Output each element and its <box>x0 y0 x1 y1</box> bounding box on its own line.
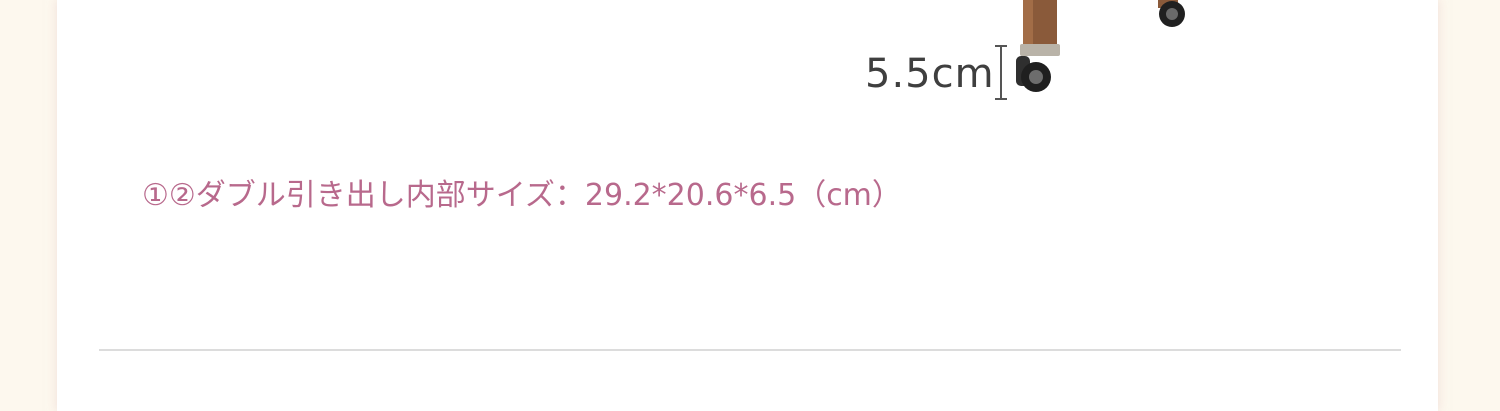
dimension-bracket <box>995 45 1007 100</box>
caster-height-label: 5.5cm <box>865 51 995 97</box>
caster-wheel-icon <box>1016 56 1051 92</box>
product-image: 5.5cm <box>860 0 1200 105</box>
section-divider <box>99 349 1401 351</box>
rear-caster-wheel-icon <box>1158 0 1185 27</box>
drawer-inner-size-text: ①②ダブル引き出し内部サイズ：29.2*20.6*6.5（cm） <box>142 178 902 213</box>
caster-mount <box>1020 44 1060 56</box>
